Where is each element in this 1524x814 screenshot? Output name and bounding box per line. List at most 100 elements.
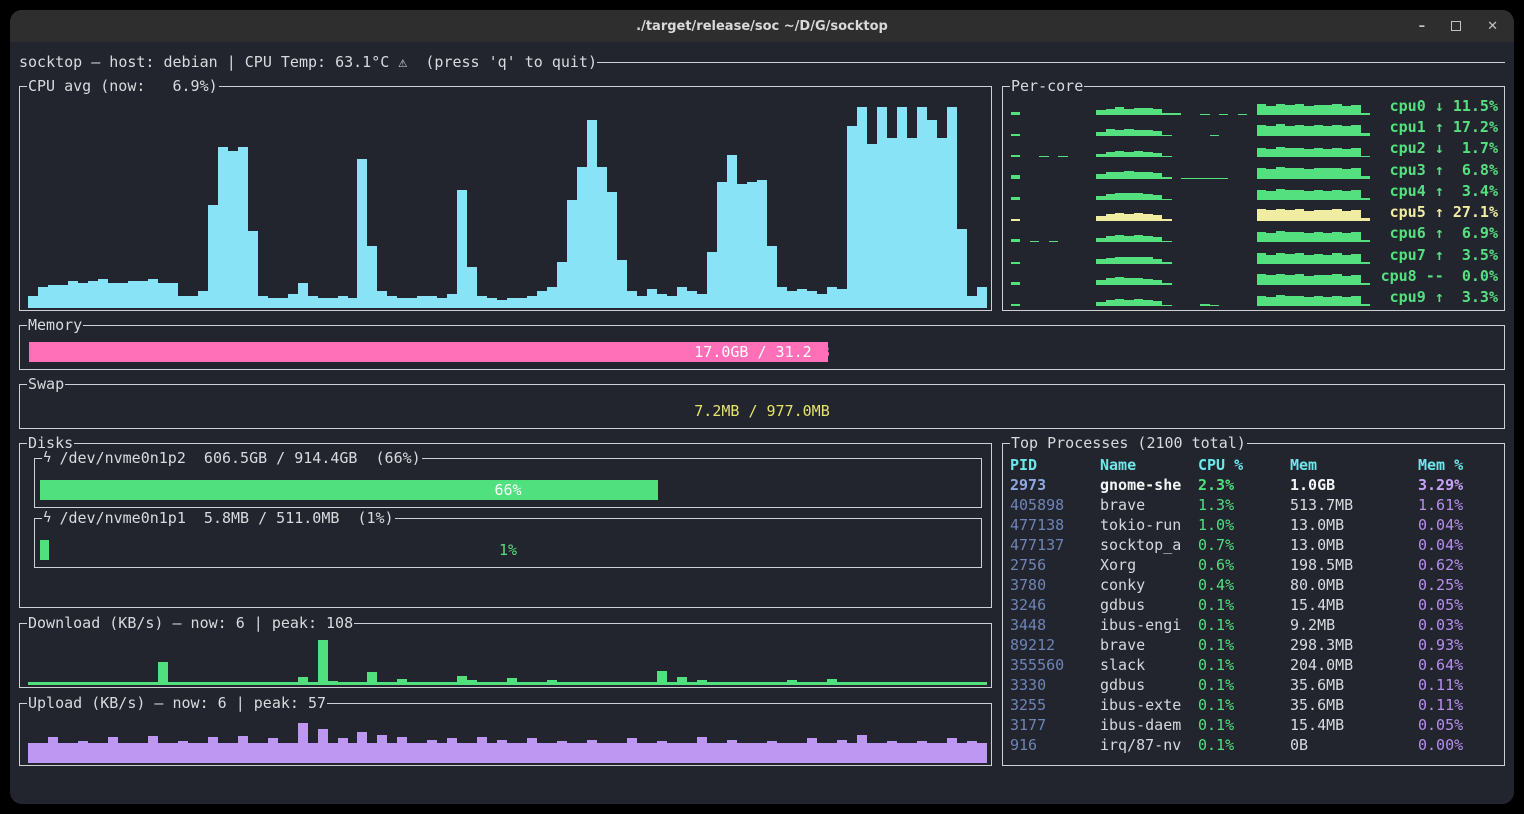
percore-label: cpu8 -- 0.0%: [1376, 267, 1498, 285]
percore-label: cpu3 ↑ 6.8%: [1376, 161, 1498, 179]
process-row-cell: 2756: [1010, 555, 1100, 575]
percore-sparkline: [1011, 268, 1370, 285]
process-row-cell: 355560: [1010, 655, 1100, 675]
terminal-window: ./target/release/soc ~/D/G/socktop – ✕ s…: [10, 10, 1514, 804]
app-header-text: socktop — host: debian | CPU Temp: 63.1°…: [19, 53, 597, 71]
process-row-cell: 0.1%: [1198, 715, 1290, 735]
process-row-cell: 916: [1010, 735, 1100, 755]
process-table-header-cell: CPU %: [1198, 455, 1290, 475]
disk1-bar: 66%: [40, 480, 976, 500]
process-row-cell: 0.03%: [1418, 615, 1500, 635]
process-row: 405898brave1.3%513.7MB1.61%: [1010, 495, 1500, 515]
process-row-cell: ibus-exte: [1100, 695, 1198, 715]
disk-io-icon: ϟ: [43, 448, 51, 468]
process-row-cell: 3330: [1010, 675, 1100, 695]
percore-rows: cpu0 ↓ 11.5% cpu1 ↑ 17.2% cpu2 ↓ 1.7% cpu3 …: [1011, 96, 1498, 306]
process-row-cell: 1.61%: [1418, 495, 1500, 515]
titlebar[interactable]: ./target/release/soc ~/D/G/socktop – ✕: [10, 10, 1514, 42]
process-row: 3330gdbus0.1%35.6MB0.11%: [1010, 675, 1500, 695]
process-row-cell: 0.11%: [1418, 695, 1500, 715]
process-row-cell: 0.05%: [1418, 715, 1500, 735]
window-controls: – ✕: [1419, 10, 1498, 42]
percore-label: cpu6 ↑ 6.9%: [1376, 224, 1498, 242]
disk2-title-text: /dev/nvme0n1p1 5.8MB / 511.0MB (1%): [59, 508, 393, 528]
process-row-cell: 0.1%: [1198, 655, 1290, 675]
swap-bar: 7.2MB / 977.0MB: [29, 401, 1495, 421]
process-row-cell: 0.1%: [1198, 675, 1290, 695]
percore-label: cpu0 ↓ 11.5%: [1376, 97, 1498, 115]
memory-title: Memory: [27, 315, 83, 335]
process-row-cell: 0.05%: [1418, 595, 1500, 615]
process-row: 3448ibus-engi0.1%9.2MB0.03%: [1010, 615, 1500, 635]
disk1-title-text: /dev/nvme0n1p2 606.5GB / 914.4GB (66%): [59, 448, 420, 468]
memory-bar-label: 17.0GB / 31.2GB: [29, 342, 1495, 362]
window-title: ./target/release/soc ~/D/G/socktop: [636, 19, 888, 34]
process-row-cell: 0B: [1290, 735, 1418, 755]
percore-row: cpu8 -- 0.0%: [1011, 266, 1498, 285]
percore-row: cpu3 ↑ 6.8%: [1011, 160, 1498, 179]
process-row-cell: 80.0MB: [1290, 575, 1418, 595]
process-row-cell: 2.3%: [1198, 475, 1290, 495]
disk-panel-nvme0n1p2: ϟ/dev/nvme0n1p2 606.5GB / 914.4GB (66%) …: [34, 458, 982, 508]
process-table: PIDNameCPU %MemMem %2973gnome-she2.3%1.0…: [1010, 455, 1500, 763]
process-row-cell: 198.5MB: [1290, 555, 1418, 575]
process-row-cell: 3780: [1010, 575, 1100, 595]
percore-row: cpu2 ↓ 1.7%: [1011, 138, 1498, 157]
process-row-cell: 0.7%: [1198, 535, 1290, 555]
process-row-cell: 3177: [1010, 715, 1100, 735]
download-panel: Download (KB/s) — now: 6 | peak: 108: [19, 623, 992, 688]
percore-row: cpu7 ↑ 3.5%: [1011, 245, 1498, 264]
process-row-cell: gdbus: [1100, 595, 1198, 615]
process-row-cell: gdbus: [1100, 675, 1198, 695]
percore-label: cpu1 ↑ 17.2%: [1376, 118, 1498, 136]
upload-chart: [28, 718, 987, 763]
process-row-cell: tokio-run: [1100, 515, 1198, 535]
percore-title: Per-core: [1010, 76, 1084, 96]
percore-label: cpu7 ↑ 3.5%: [1376, 246, 1498, 264]
process-row-cell: 0.62%: [1418, 555, 1500, 575]
swap-bar-label: 7.2MB / 977.0MB: [29, 401, 1495, 421]
process-row-cell: 513.7MB: [1290, 495, 1418, 515]
process-row-cell: 13.0MB: [1290, 515, 1418, 535]
upload-panel: Upload (KB/s) — now: 6 | peak: 57: [19, 703, 992, 766]
percore-sparkline: [1011, 162, 1370, 179]
percore-sparkline: [1011, 98, 1370, 115]
swap-panel: Swap 7.2MB / 977.0MB: [19, 384, 1505, 429]
disks-panel: Disks ϟ/dev/nvme0n1p2 606.5GB / 914.4GB …: [19, 443, 992, 608]
process-row-cell: 477138: [1010, 515, 1100, 535]
percore-label: cpu4 ↑ 3.4%: [1376, 182, 1498, 200]
process-row-cell: 3255: [1010, 695, 1100, 715]
process-row-cell: socktop_a: [1100, 535, 1198, 555]
minimize-button[interactable]: –: [1419, 20, 1426, 33]
process-row: 916irq/87-nv0.1%0B0.00%: [1010, 735, 1500, 755]
process-row-cell: 0.11%: [1418, 675, 1500, 695]
process-row-cell: 0.64%: [1418, 655, 1500, 675]
process-row: 2756Xorg0.6%198.5MB0.62%: [1010, 555, 1500, 575]
process-row: 3177ibus-daem0.1%15.4MB0.05%: [1010, 715, 1500, 735]
disk1-percent-label: 66%: [40, 480, 976, 500]
disk2-bar: 1%: [40, 540, 976, 560]
process-row-cell: 0.1%: [1198, 635, 1290, 655]
maximize-button[interactable]: [1451, 21, 1461, 31]
process-row-cell: 1.0%: [1198, 515, 1290, 535]
process-row-cell: gnome-she: [1100, 475, 1198, 495]
process-row-cell: ibus-engi: [1100, 615, 1198, 635]
percore-label: cpu9 ↑ 3.3%: [1376, 288, 1498, 306]
terminal-content: socktop — host: debian | CPU Temp: 63.1°…: [10, 42, 1514, 804]
percore-panel: Per-core cpu0 ↓ 11.5%cpu1 ↑ 17.2%cpu2 ↓ …: [1002, 86, 1505, 311]
process-row-cell: Xorg: [1100, 555, 1198, 575]
cpu-avg-panel: CPU avg (now: 6.9%): [19, 86, 992, 311]
process-row-cell: 0.6%: [1198, 555, 1290, 575]
process-row-cell: 3246: [1010, 595, 1100, 615]
process-row-cell: 0.4%: [1198, 575, 1290, 595]
process-row: 2973gnome-she2.3%1.0GB3.29%: [1010, 475, 1500, 495]
process-row-cell: 35.6MB: [1290, 695, 1418, 715]
process-row-cell: 0.04%: [1418, 535, 1500, 555]
process-table-header: PIDNameCPU %MemMem %: [1010, 455, 1500, 475]
memory-panel: Memory 17.0GB / 31.2GB: [19, 325, 1505, 370]
download-title: Download (KB/s) — now: 6 | peak: 108: [27, 613, 354, 633]
swap-title: Swap: [27, 374, 65, 394]
process-row-cell: 3.29%: [1418, 475, 1500, 495]
close-button[interactable]: ✕: [1487, 20, 1498, 33]
disk-panel-nvme0n1p1: ϟ/dev/nvme0n1p1 5.8MB / 511.0MB (1%) 1%: [34, 518, 982, 568]
